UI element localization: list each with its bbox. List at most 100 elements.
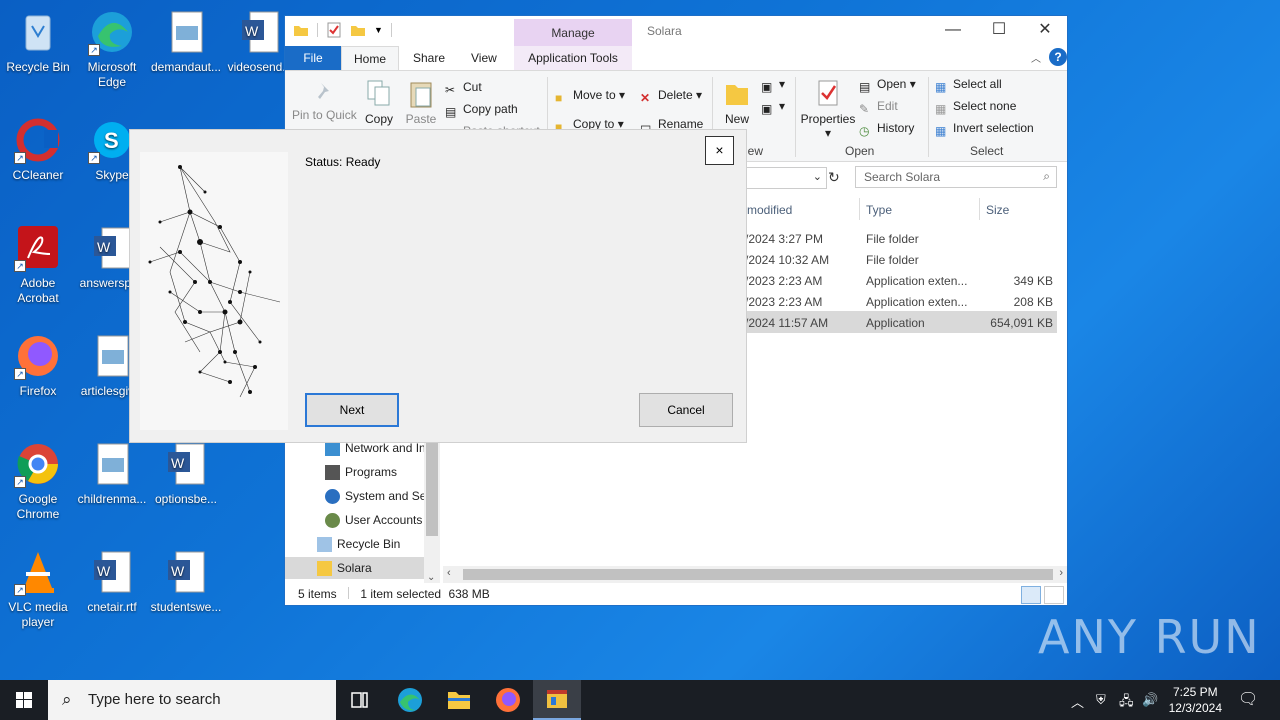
collapse-ribbon-icon[interactable]: ︿	[1031, 50, 1041, 65]
open-button[interactable]: ▤ Open ▾	[859, 77, 916, 94]
open-group-label: Open	[845, 144, 875, 158]
chevron-down-icon[interactable]: ▼	[374, 25, 383, 35]
nav-item-user-accounts[interactable]: User Accounts	[325, 513, 422, 528]
chevron-down-icon[interactable]: ⌄	[813, 170, 822, 183]
invert-selection-button[interactable]: ▦ Invert selection	[935, 121, 1034, 138]
desktop-icon-studentswe[interactable]: W studentswe...	[148, 548, 224, 615]
notifications-icon[interactable]: 🗨	[1238, 689, 1258, 709]
manage-context-tab[interactable]: Manage	[514, 19, 632, 47]
properties-icon	[818, 80, 838, 106]
cut-button[interactable]: ✂ Cut	[445, 80, 482, 97]
column-header-modified[interactable]: modified	[747, 203, 792, 217]
desktop-icon-acrobat[interactable]: ↗ Adobe Acrobat	[0, 224, 76, 306]
desktop-icon-vlc[interactable]: ↗ VLC media player	[0, 548, 76, 630]
nav-item-system-security[interactable]: System and Sec	[325, 489, 432, 504]
maximize-icon[interactable]: ☐	[976, 16, 1022, 46]
paste-button[interactable]: Paste	[403, 79, 439, 126]
delete-x-icon: ✕	[640, 91, 651, 105]
nav-scrollbar[interactable]: ⌄	[424, 436, 440, 583]
horizontal-scrollbar[interactable]: ‹ ›	[443, 566, 1067, 583]
users-icon	[325, 513, 340, 528]
taskbar-firefox[interactable]	[484, 680, 532, 720]
word-document-icon: W	[162, 440, 210, 488]
properties-icon[interactable]	[326, 22, 342, 38]
image-file-icon	[88, 332, 136, 380]
status-label: Status: Ready	[305, 155, 381, 169]
cancel-button[interactable]: Cancel	[639, 393, 733, 427]
tab-view[interactable]: View	[459, 46, 509, 70]
row-type: Application exten...	[866, 295, 968, 309]
column-header-size[interactable]: Size	[986, 203, 1009, 217]
column-header-type[interactable]: Type	[866, 203, 892, 217]
pin-quick-access-button[interactable]: Pin to Quick	[292, 81, 357, 122]
delete-button[interactable]: ✕ Delete ▾	[640, 88, 702, 105]
scroll-thumb[interactable]	[463, 569, 1053, 580]
desktop-icon-chrome[interactable]: ↗ Google Chrome	[0, 440, 76, 522]
shortcut-arrow-icon: ↗	[14, 584, 26, 596]
tab-share[interactable]: Share	[401, 46, 457, 70]
search-input[interactable]: Search Solara ⌕	[855, 166, 1057, 188]
defender-icon[interactable]: ⛨	[1096, 692, 1106, 708]
taskbar-search-input[interactable]: ⌕ Type here to search	[48, 680, 336, 720]
minimize-icon[interactable]: —	[930, 16, 976, 46]
new-item-button[interactable]: ▣ ▾	[761, 77, 785, 94]
network-graph-illustration	[148, 165, 281, 398]
tab-application-tools[interactable]: Application Tools	[514, 46, 632, 70]
edit-icon: ✎	[859, 102, 870, 116]
next-button[interactable]: Next	[305, 393, 399, 427]
svg-text:S: S	[104, 128, 119, 153]
refresh-icon[interactable]: ↻	[828, 169, 840, 186]
ribbon-tabs: File Home Share View Application Tools ︿…	[285, 46, 1067, 70]
nav-item-recycle-bin[interactable]: Recycle Bin	[317, 537, 400, 552]
new-folder-icon[interactable]	[350, 22, 366, 38]
desktop-icon-childrenma[interactable]: childrenma...	[74, 440, 150, 507]
show-hidden-icons[interactable]: ︿	[1071, 692, 1084, 711]
copy-button[interactable]: Copy	[361, 79, 397, 126]
desktop-icon-cnetair[interactable]: W cnetair.rtf	[74, 548, 150, 615]
network-icon[interactable]: 🖧	[1119, 692, 1134, 714]
chevron-left-icon[interactable]: ‹	[447, 567, 451, 579]
tab-file[interactable]: File	[285, 46, 341, 70]
volume-icon[interactable]: 🔊	[1142, 692, 1158, 708]
desktop-icon-optionsbe[interactable]: W optionsbe...	[148, 440, 224, 507]
nav-item-programs[interactable]: Programs	[325, 465, 397, 480]
divider	[390, 23, 392, 37]
desktop-icon-recycle-bin[interactable]: Recycle Bin	[0, 8, 76, 75]
nav-item-network[interactable]: Network and In	[325, 441, 426, 456]
properties-button[interactable]: Properties ▾	[800, 79, 856, 140]
help-icon[interactable]: ?	[1049, 48, 1067, 66]
close-button[interactable]: ×	[705, 136, 734, 165]
chevron-down-icon[interactable]: ⌄	[427, 572, 435, 583]
view-group-label: iew	[745, 144, 764, 158]
taskbar-file-explorer[interactable]	[435, 680, 483, 720]
desktop-icon-ccleaner[interactable]: ↗ CCleaner	[0, 116, 76, 183]
copy-path-button[interactable]: ▤ Copy path	[445, 102, 518, 119]
address-bar[interactable]: ⌄	[745, 167, 827, 189]
scroll-thumb[interactable]	[426, 436, 438, 536]
desktop-icon-demandaut[interactable]: demandaut...	[148, 8, 224, 75]
select-all-button[interactable]: ▦ Select all	[935, 77, 1002, 94]
copy-icon	[367, 80, 390, 106]
svg-text:W: W	[171, 563, 185, 579]
move-to-button[interactable]: ■ Move to ▾	[555, 88, 625, 105]
details-view-icon[interactable]	[1021, 586, 1041, 604]
edit-button[interactable]: ✎ Edit	[859, 99, 898, 116]
taskbar-edge[interactable]	[386, 680, 434, 720]
tab-home[interactable]: Home	[341, 46, 400, 70]
start-button[interactable]	[0, 680, 48, 720]
close-icon[interactable]: ✕	[1022, 16, 1068, 46]
new-folder-button[interactable]: New	[719, 79, 755, 126]
desktop-icon-edge[interactable]: ↗ Microsoft Edge	[74, 8, 150, 90]
select-none-button[interactable]: ▦ Select none	[935, 99, 1016, 116]
desktop-icon-firefox[interactable]: ↗ Firefox	[0, 332, 76, 399]
copy-path-icon: ▤	[445, 105, 457, 119]
clock[interactable]: 7:25 PM 12/3/2024	[1169, 684, 1222, 716]
large-icons-view-icon[interactable]	[1044, 586, 1064, 604]
invert-selection-icon: ▦	[935, 124, 947, 138]
easy-access-button[interactable]: ▣ ▾	[761, 99, 785, 116]
history-button[interactable]: ◷ History	[859, 121, 914, 138]
nav-item-solara[interactable]: Solara	[317, 561, 372, 576]
taskbar-installer-app[interactable]	[533, 680, 581, 720]
task-view-button[interactable]	[336, 680, 384, 720]
chevron-right-icon[interactable]: ›	[1059, 567, 1063, 579]
